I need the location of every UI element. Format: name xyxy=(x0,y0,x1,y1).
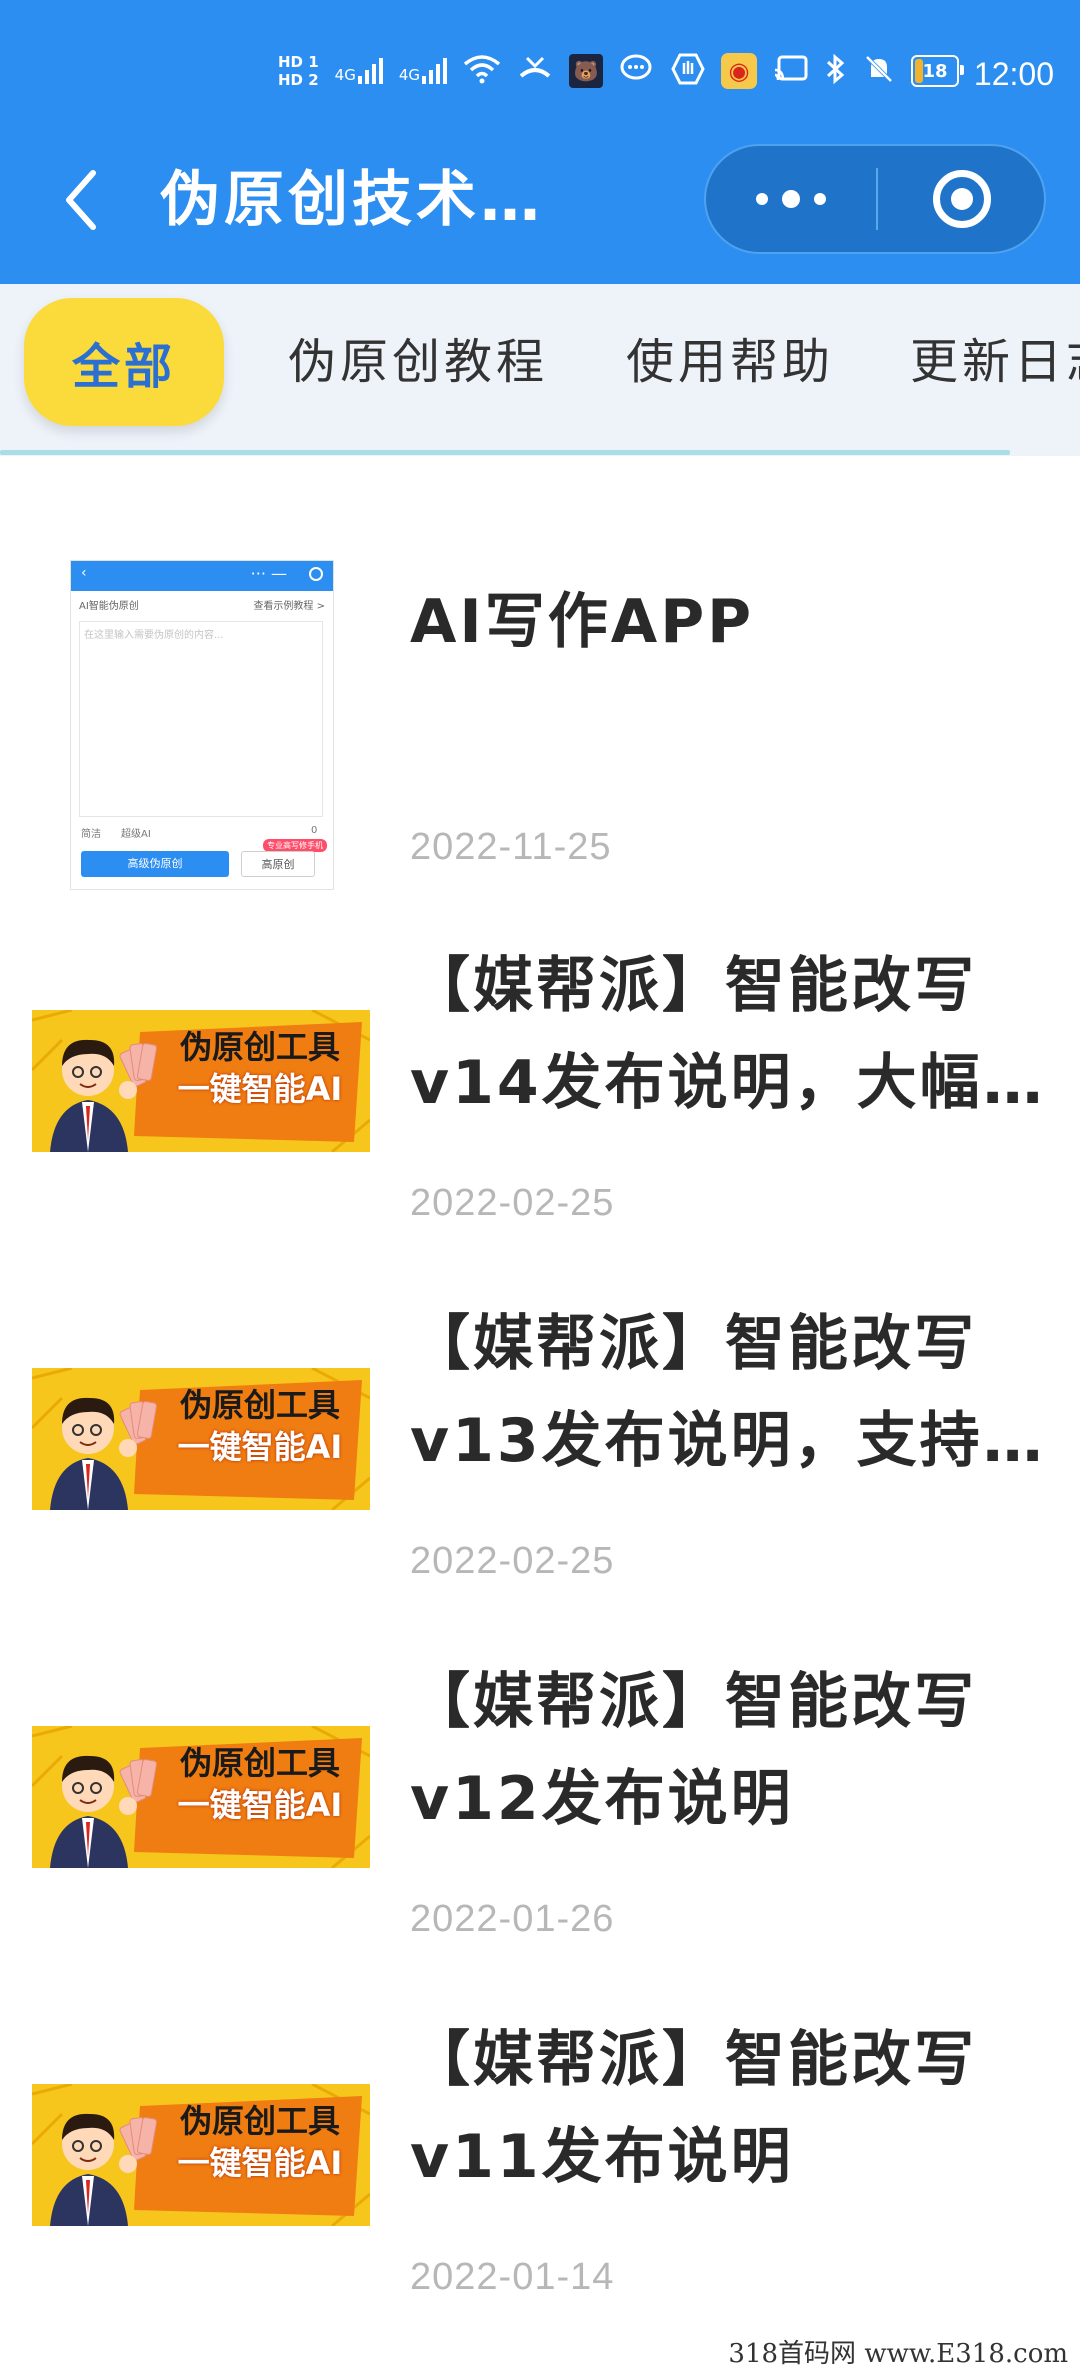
network-label-2: 4G xyxy=(398,66,421,84)
shield-hand-icon xyxy=(671,52,705,91)
category-tabs: 全部 伪原创教程 使用帮助 更新日志 xyxy=(0,284,1080,456)
thumb-primary-button: 高级伪原创 xyxy=(81,851,229,877)
page-title: 伪原创技术… xyxy=(160,165,544,235)
article-date: 2022-11-25 xyxy=(410,826,612,868)
battery-level: 18 xyxy=(922,60,948,82)
tab-tutorials[interactable]: 伪原创教程 xyxy=(288,298,548,426)
hd1-label: HD 1 xyxy=(278,53,319,71)
mute-bell-icon xyxy=(863,53,895,90)
missed-call-icon xyxy=(517,54,553,89)
hd2-label: HD 2 xyxy=(278,71,319,89)
tab-help[interactable]: 使用帮助 xyxy=(626,298,834,426)
banner-line-2: 一键智能AI xyxy=(177,1786,343,1824)
cast-icon xyxy=(773,54,809,89)
more-dots-icon xyxy=(756,193,768,205)
article-thumbnail: 伪原创工具 一键智能AI xyxy=(32,1010,370,1152)
article-title[interactable]: 【媒帮派】智能改写v13发布说明，支持… xyxy=(410,1296,1050,1490)
thumb-option-2: 超级AI xyxy=(121,829,151,840)
banner-line-2: 一键智能AI xyxy=(177,2144,343,2182)
thumb-option-1: 简洁 xyxy=(81,829,101,840)
status-time: 12:00 xyxy=(973,56,1054,92)
article-title[interactable]: AI写作APP xyxy=(410,574,1050,671)
chat-icon xyxy=(619,53,655,90)
banner-text: 伪原创工具 一键智能AI xyxy=(160,2100,360,2184)
network-label-1: 4G xyxy=(334,66,356,84)
article-date: 2022-01-14 xyxy=(410,2256,615,2298)
article-list: ‹ ··· — AI智能伪原创 查看示例教程 > 在这里输入需要伪原创的内容..… xyxy=(0,456,1080,2376)
article-thumbnail: 伪原创工具 一键智能AI xyxy=(32,1726,370,1868)
tabs-scroll-indicator xyxy=(0,450,1010,455)
weibo-icon: ◉ xyxy=(721,53,758,89)
article-date: 2022-02-25 xyxy=(410,1540,615,1582)
close-miniprogram-button[interactable] xyxy=(878,146,1046,252)
hd-indicator: HD 1 HD 2 xyxy=(278,53,319,89)
banner-text: 伪原创工具 一键智能AI xyxy=(160,1384,360,1468)
thumb-link: 查看示例教程 > xyxy=(253,601,325,612)
article-title[interactable]: 【媒帮派】智能改写v14发布说明，大幅… xyxy=(410,938,1050,1132)
article-thumbnail: 伪原创工具 一键智能AI xyxy=(32,1368,370,1510)
thumb-secondary-button: 高原创 xyxy=(241,851,315,877)
list-item[interactable]: ‹ ··· — AI智能伪原创 查看示例教程 > 在这里输入需要伪原创的内容..… xyxy=(0,456,1080,890)
banner-text: 伪原创工具 一键智能AI xyxy=(160,1742,360,1826)
article-title[interactable]: 【媒帮派】智能改写v12发布说明 xyxy=(410,1654,1050,1848)
banner-line-1: 伪原创工具 xyxy=(179,2102,340,2140)
site-watermark: 318首码网 www.E318.com xyxy=(722,2331,1074,2372)
thumb-close-icon xyxy=(309,567,323,581)
tab-all[interactable]: 全部 xyxy=(24,298,224,426)
article-date: 2022-01-26 xyxy=(410,1898,615,1940)
article-thumbnail: 伪原创工具 一键智能AI xyxy=(32,2084,370,2226)
tab-changelog[interactable]: 更新日志 xyxy=(910,298,1080,426)
title-bar: 伪原创技术… xyxy=(0,130,1080,270)
status-bar: HD 1 HD 2 4G 4G 🐻 ◉ 18 12:00 xyxy=(0,40,1080,110)
banner-line-2: 一键智能AI xyxy=(177,1428,343,1466)
chevron-left-icon xyxy=(66,170,96,230)
banner-line-1: 伪原创工具 xyxy=(179,1744,340,1782)
bluetooth-icon xyxy=(825,53,847,90)
battery-icon: 18 xyxy=(911,55,965,87)
top-header: HD 1 HD 2 4G 4G 🐻 ◉ 18 12:00 伪原创技术… xyxy=(0,0,1080,284)
list-item[interactable]: 伪原创工具 一键智能AI 【媒帮派】智能改写v14发布说明，大幅… 2022-0… xyxy=(0,916,1080,1274)
article-title[interactable]: 【媒帮派】智能改写v11发布说明 xyxy=(410,2012,1050,2206)
banner-text: 伪原创工具 一键智能AI xyxy=(160,1026,360,1110)
back-button[interactable] xyxy=(50,160,110,240)
thumb-back-icon: ‹ xyxy=(81,565,87,581)
app-notification-icon: 🐻 xyxy=(569,54,604,88)
banner-line-1: 伪原创工具 xyxy=(179,1028,340,1066)
article-date: 2022-02-25 xyxy=(410,1182,615,1224)
thumb-title: AI智能伪原创 xyxy=(79,601,139,612)
list-item[interactable]: 伪原创工具 一键智能AI 【媒帮派】智能改写v11发布说明 2022-01-14 xyxy=(0,1990,1080,2348)
wifi-icon xyxy=(463,54,501,89)
list-item[interactable]: 伪原创工具 一键智能AI 【媒帮派】智能改写v13发布说明，支持… 2022-0… xyxy=(0,1274,1080,1632)
list-item[interactable]: 伪原创工具 一键智能AI 【媒帮派】智能改写v12发布说明 2022-01-26 xyxy=(0,1632,1080,1990)
banner-line-2: 一键智能AI xyxy=(177,1070,343,1108)
thumb-count: 0 xyxy=(311,825,318,836)
signal-icon: 4G xyxy=(335,58,383,84)
miniprogram-capsule xyxy=(704,144,1046,254)
thumb-textarea: 在这里输入需要伪原创的内容... xyxy=(79,621,323,817)
signal-icon-2: 4G xyxy=(398,58,448,84)
banner-line-1: 伪原创工具 xyxy=(179,1386,340,1424)
target-close-icon xyxy=(933,170,991,228)
more-button[interactable] xyxy=(706,146,876,252)
article-thumbnail: ‹ ··· — AI智能伪原创 查看示例教程 > 在这里输入需要伪原创的内容..… xyxy=(70,560,334,890)
thumb-more-icon: ··· — xyxy=(250,564,287,583)
